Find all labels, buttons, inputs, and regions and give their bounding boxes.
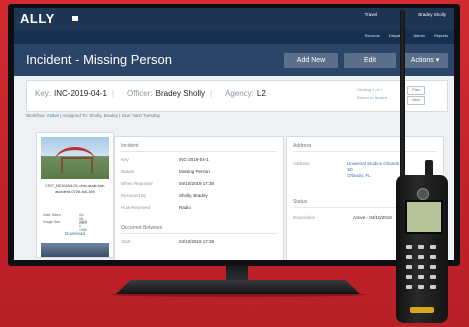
monitor-neck <box>226 266 248 282</box>
return-to-search-link[interactable]: Return to Search <box>357 95 387 100</box>
workflow-status[interactable]: Active <box>47 113 59 118</box>
sub-nav: Records Dispatch Admin Reports <box>14 30 454 44</box>
incident-section-title: Incident <box>121 143 139 149</box>
agency-field: Agency: L2 <box>225 89 266 98</box>
workflow-assigned: Assigned To: Sholly, Bradey <box>62 113 119 118</box>
divider <box>293 151 437 152</box>
address-section-title: Address <box>293 143 312 149</box>
radio-antenna-icon <box>400 10 405 188</box>
radio-device-icon <box>396 175 448 323</box>
prev-button[interactable]: Prev <box>407 86 425 95</box>
incident-row: Received By Sholly, Bradey <box>121 193 208 198</box>
address-label: Address <box>293 161 310 166</box>
menu-icon[interactable] <box>72 16 78 21</box>
incident-panel: Incident Key INC-2019-04-1 Nature Missing … <box>114 136 284 260</box>
key-field: Key: INC-2019-04-1 | <box>35 89 115 98</box>
attachments-panel: 1707_N210404-01-ohio-state-fair-accident… <box>36 132 114 258</box>
officer-field: Officer: Bradey Sholly | <box>127 89 213 98</box>
user-links: Travel Bradey Sholly <box>365 12 446 17</box>
page-header: Incident - Missing Person Add New Edit A… <box>14 44 454 76</box>
workflow-due: Due: Next Tuesday <box>121 113 160 118</box>
nav-admin[interactable]: Admin <box>414 33 425 38</box>
user-name-link[interactable]: Bradey Sholly <box>418 12 446 17</box>
actions-label: Actions <box>410 57 434 64</box>
nav-reports[interactable]: Reports <box>434 33 448 38</box>
page-title: Incident - Missing Person <box>26 52 172 67</box>
actions-button[interactable]: Actions ▾ <box>402 53 448 68</box>
viewing-count: Viewing 1 of 1 <box>357 87 383 92</box>
monitor-stand <box>116 280 360 294</box>
nav-records[interactable]: Records <box>365 33 380 38</box>
status-row: Disposition Active - 04/10/2019 <box>293 215 392 220</box>
radio-keypad <box>406 245 438 293</box>
attachment-image[interactable] <box>41 137 109 179</box>
divider <box>121 233 277 234</box>
occurred-section-title: Occurred Between <box>121 225 163 231</box>
radio-logo-icon <box>417 188 429 200</box>
chevron-down-icon: ▾ <box>435 57 440 64</box>
address-value[interactable]: Universal Studios Orlando 3D Orlando, FL <box>347 161 399 179</box>
incident-row: Key INC-2019-04-1 <box>121 157 209 162</box>
incident-row: How Received Radio <box>121 205 191 210</box>
monitor-screen: ALLY Travel Bradey Sholly Records Dispat… <box>14 8 454 260</box>
ride-frame <box>61 157 93 173</box>
workflow-bar: Workflow: Active | Assigned To: Sholly, … <box>26 113 160 118</box>
workflow-label: Workflow: <box>26 113 46 118</box>
next-button[interactable]: Next <box>407 96 425 105</box>
incident-row: Nature Missing Person <box>121 169 210 174</box>
download-link[interactable]: Download <box>37 231 113 236</box>
radio-clip <box>410 307 434 313</box>
radio-display <box>405 200 443 234</box>
divider <box>121 151 277 152</box>
status-section-title: Status <box>293 199 308 205</box>
attachment-meta-date: Date Taken 04-06-2019 <box>43 213 87 225</box>
record-summary: Key: INC-2019-04-1 | Officer: Bradey Sholly… <box>26 80 448 112</box>
travel-link[interactable]: Travel <box>365 12 377 17</box>
app-logo[interactable]: ALLY <box>20 11 55 26</box>
attachment-image-2[interactable] <box>41 243 109 257</box>
add-new-button[interactable]: Add New <box>284 53 338 68</box>
incident-row: When Reported 04/10/2019 17:38 <box>121 181 215 186</box>
top-nav: ALLY Travel Bradey Sholly <box>14 8 454 30</box>
attachment-caption: 1707_N210404-01-ohio-state-fair-accident… <box>44 183 106 194</box>
attachment-meta-size: Image Size 1920 x 1080 <box>43 220 87 232</box>
incident-row: Start 04/10/2019 17:38 <box>121 239 215 244</box>
edit-button[interactable]: Edit <box>344 53 396 68</box>
